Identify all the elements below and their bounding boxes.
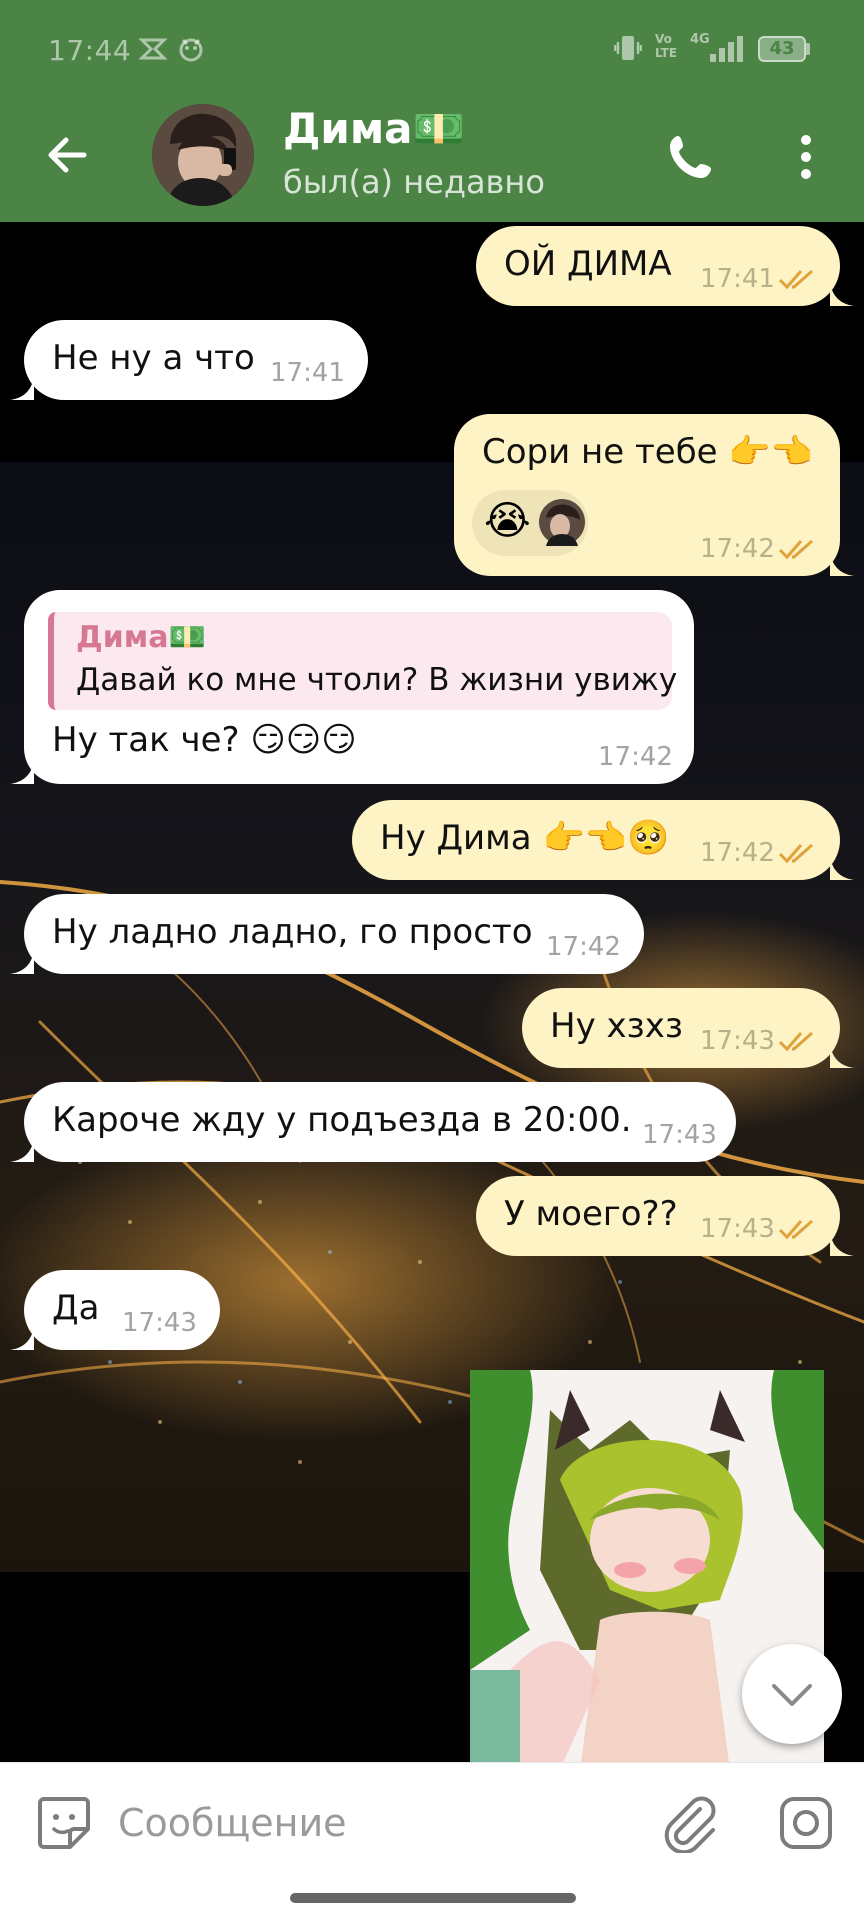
message-time: 17:41 bbox=[700, 264, 775, 294]
reply-text: Давай ко мне чтоли? В жизни увижу bbox=[76, 662, 678, 698]
contact-status: был(а) недавно bbox=[283, 163, 545, 201]
message-input-bar bbox=[0, 1762, 864, 1920]
status-time: 17:44 bbox=[48, 34, 132, 67]
signal-indicator: 4G bbox=[690, 32, 750, 64]
battery-indicator: 43 bbox=[758, 32, 810, 64]
message-text: Ну хзхз bbox=[550, 1006, 683, 1046]
message-incoming[interactable]: Дима💵 Давай ко мне чтоли? В жизни увижу … bbox=[10, 590, 694, 784]
message-text: Не ну а что bbox=[52, 338, 255, 378]
message-text: Да bbox=[52, 1288, 100, 1328]
message-time: 17:43 bbox=[122, 1308, 197, 1338]
message-outgoing[interactable]: Сори не тебе 👉👈 😭 17:42 bbox=[454, 414, 854, 576]
read-check-icon bbox=[778, 1031, 813, 1052]
status-bar: 17:44 Vo LTE 4G 43 bbox=[0, 0, 864, 96]
message-time: 17:42 bbox=[546, 932, 621, 962]
signal-bars-icon bbox=[710, 36, 743, 62]
chat-header: 17:44 Vo LTE 4G 43 Дима💵 был(а) недавно bbox=[0, 0, 864, 222]
phone-icon[interactable] bbox=[664, 130, 718, 184]
bubble-tail bbox=[830, 1232, 854, 1256]
more-vert-icon[interactable] bbox=[786, 130, 826, 184]
message-incoming[interactable]: Кароче жду у подъезда в 20:00. 17:43 bbox=[10, 1082, 736, 1162]
read-check-icon bbox=[778, 539, 813, 560]
read-check-icon bbox=[778, 1219, 813, 1240]
bubble-tail bbox=[830, 1044, 854, 1068]
battery-nub bbox=[806, 43, 810, 55]
message-text: Ну Дима 👉👈🥺 bbox=[380, 818, 670, 858]
sticker-icon[interactable] bbox=[34, 1793, 94, 1853]
message-incoming[interactable]: Да 17:43 bbox=[10, 1270, 220, 1350]
home-indicator[interactable] bbox=[290, 1893, 576, 1903]
message-text: Сори не тебе 👉👈 bbox=[482, 432, 814, 472]
chevron-down-icon bbox=[772, 1684, 812, 1706]
bubble-tail bbox=[10, 760, 34, 784]
bubble-tail bbox=[10, 376, 34, 400]
vibrate-icon bbox=[614, 36, 642, 60]
message-outgoing[interactable]: Ну Дима 👉👈🥺 17:42 bbox=[352, 800, 854, 880]
message-time: 17:43 bbox=[642, 1120, 717, 1150]
message-text: Кароче жду у подъезда в 20:00. bbox=[52, 1100, 632, 1140]
app-notification-icon bbox=[179, 38, 203, 62]
message-text: У моего?? bbox=[504, 1194, 678, 1234]
message-text: Ну так че? 😏😏😏 bbox=[52, 720, 357, 760]
message-text: ОЙ ДИМА bbox=[504, 244, 672, 284]
scroll-to-bottom-button[interactable] bbox=[742, 1644, 842, 1744]
bubble-tail bbox=[10, 950, 34, 974]
bubble-tail bbox=[10, 1138, 34, 1162]
message-outgoing[interactable]: ОЙ ДИМА 17:41 bbox=[476, 226, 854, 306]
message-incoming[interactable]: Не ну а что 17:41 bbox=[10, 320, 368, 400]
reply-quote[interactable]: Дима💵 Давай ко мне чтоли? В жизни увижу bbox=[48, 612, 677, 710]
paperclip-icon[interactable] bbox=[660, 1793, 720, 1853]
back-arrow-icon[interactable] bbox=[40, 128, 94, 182]
message-time: 17:42 bbox=[700, 838, 775, 868]
volte-indicator: Vo LTE bbox=[655, 32, 678, 60]
avatar-photo bbox=[152, 104, 254, 206]
network-type: 4G bbox=[690, 32, 710, 47]
camera-icon[interactable] bbox=[776, 1793, 836, 1853]
contact-name[interactable]: Дима💵 bbox=[283, 104, 465, 154]
bubble-tail bbox=[830, 856, 854, 880]
bubble-tail bbox=[10, 1326, 34, 1350]
crying-emoji: 😭 bbox=[484, 498, 531, 544]
message-text: Ну ладно ладно, го просто bbox=[52, 912, 533, 952]
message-time: 17:41 bbox=[270, 358, 345, 388]
message-time: 17:43 bbox=[700, 1214, 775, 1244]
bubble-tail bbox=[830, 282, 854, 306]
avatar[interactable] bbox=[152, 104, 254, 206]
chat-area[interactable]: ОЙ ДИМА 17:41 Не ну а что 17:41 Сори не … bbox=[0, 222, 864, 1762]
screen-record-icon bbox=[138, 38, 168, 60]
message-outgoing[interactable]: Ну хзхз 17:43 bbox=[522, 988, 854, 1068]
message-incoming[interactable]: Ну ладно ладно, го просто 17:42 bbox=[10, 894, 644, 974]
message-time: 17:43 bbox=[700, 1026, 775, 1056]
sticker-avatar-icon bbox=[539, 499, 585, 546]
read-check-icon bbox=[778, 843, 813, 864]
bubble-tail bbox=[830, 552, 854, 576]
reply-author: Дима💵 bbox=[76, 620, 206, 655]
custom-emoji-row: 😭 bbox=[472, 490, 588, 556]
message-outgoing[interactable]: У моего?? 17:43 bbox=[476, 1176, 854, 1256]
message-time: 17:42 bbox=[598, 742, 673, 772]
message-input[interactable] bbox=[118, 1785, 638, 1861]
read-check-icon bbox=[778, 269, 813, 290]
message-time: 17:42 bbox=[700, 534, 775, 564]
battery-level: 43 bbox=[758, 36, 806, 62]
